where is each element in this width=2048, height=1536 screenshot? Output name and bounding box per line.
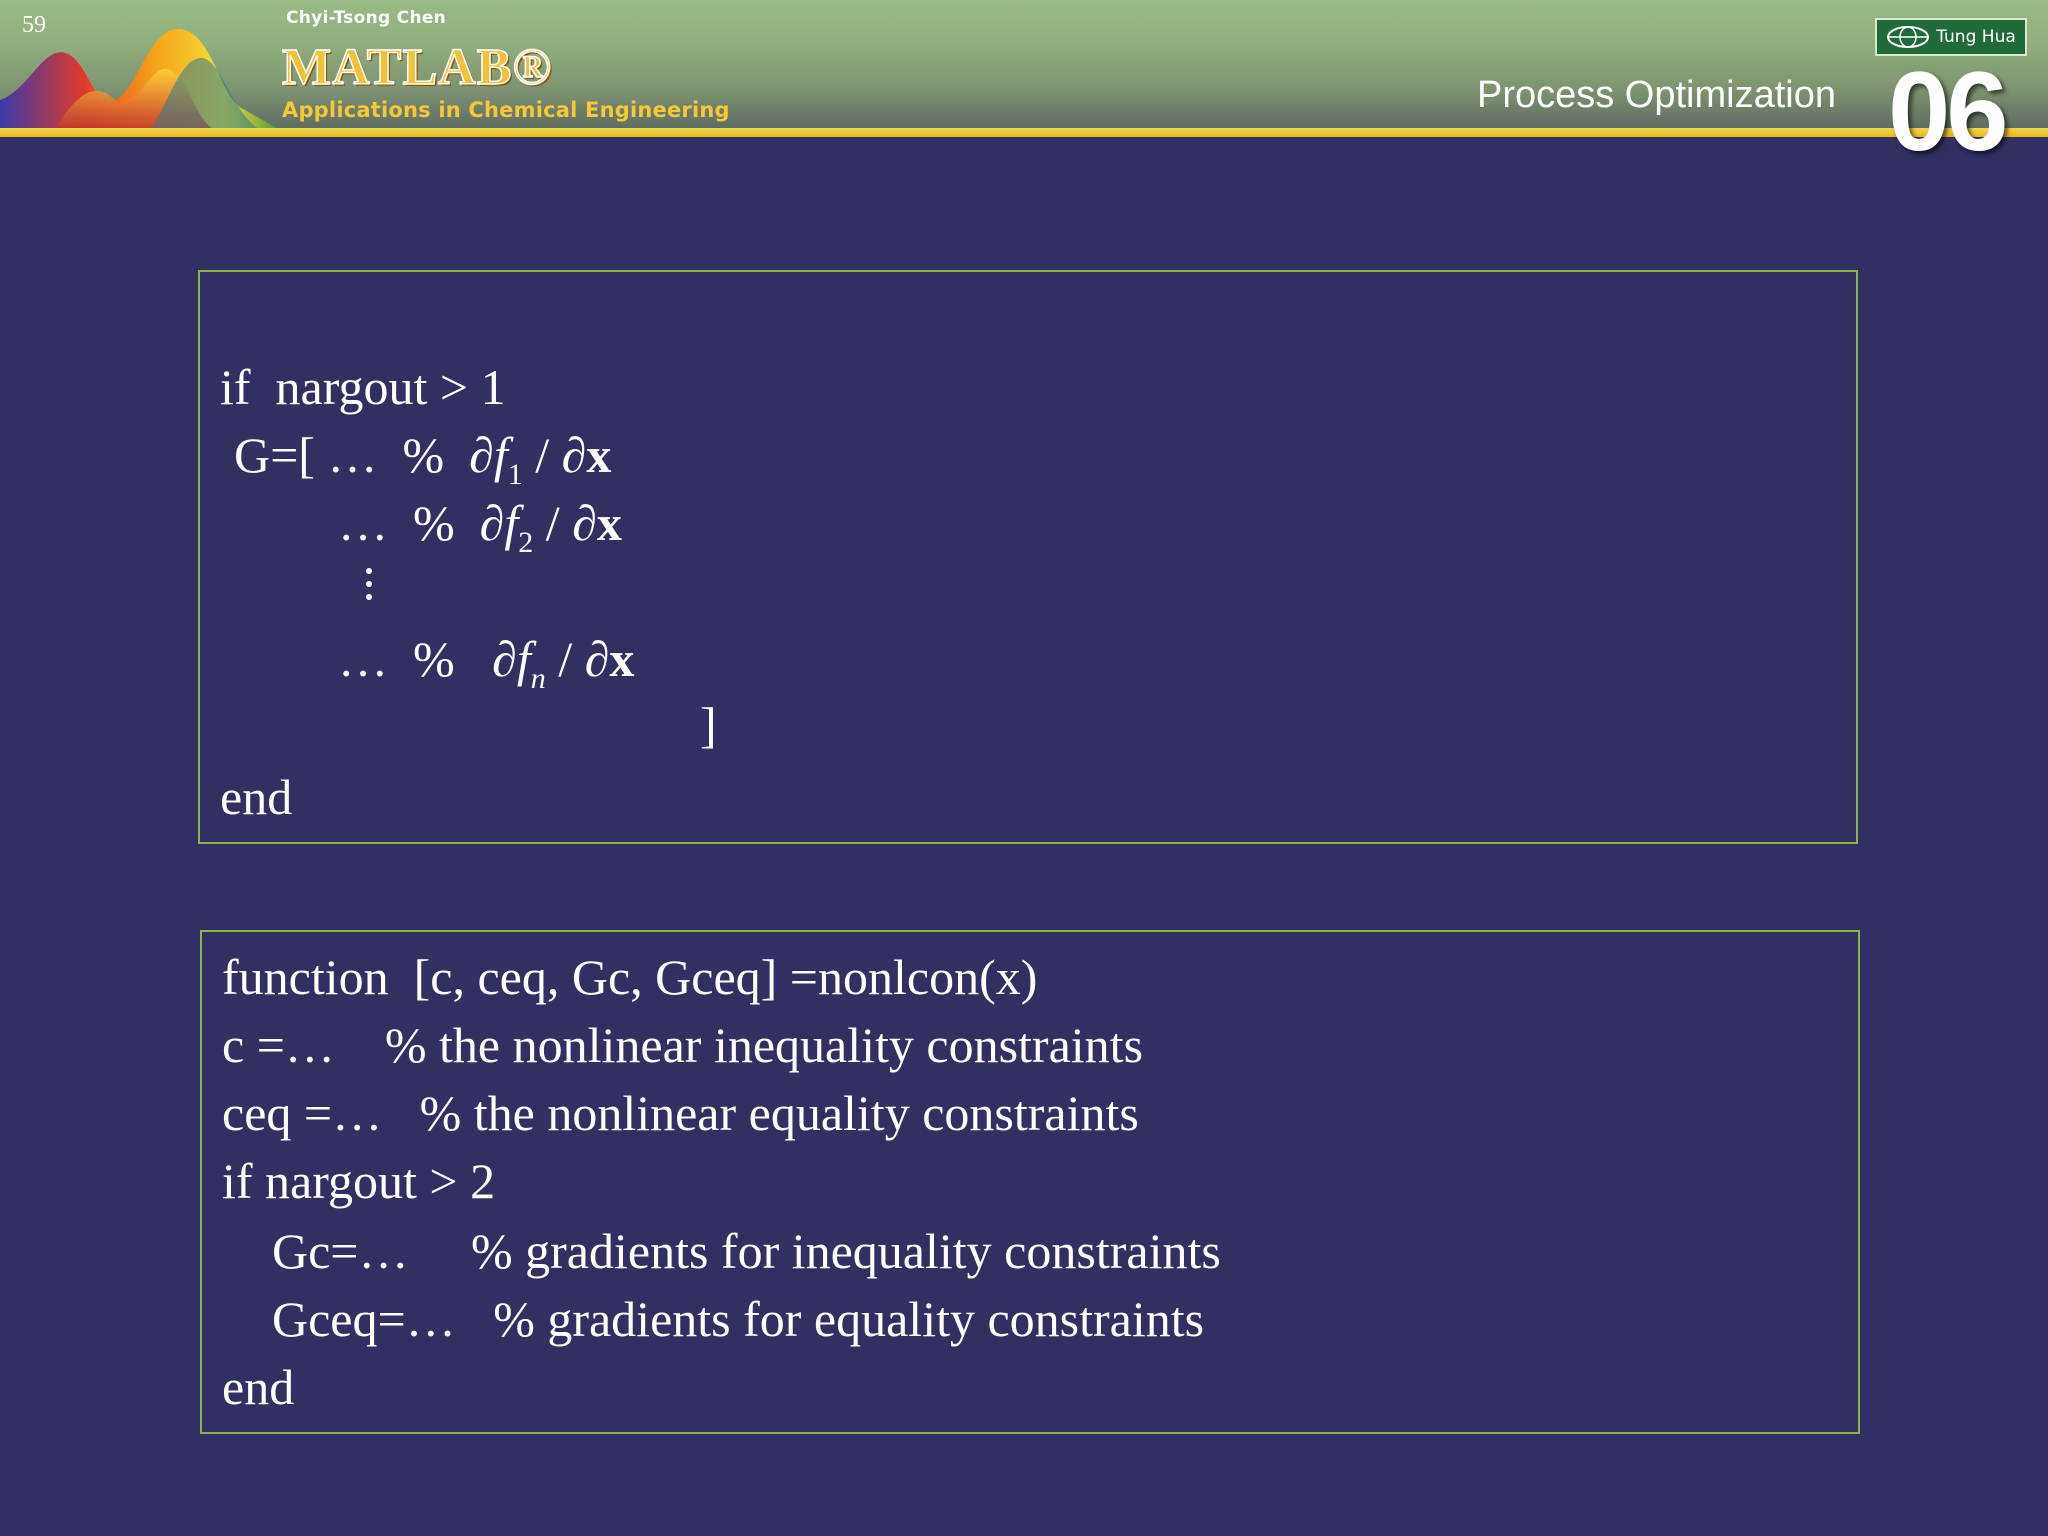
bold-x: x	[609, 631, 635, 687]
code-line: if nargout > 2	[222, 1153, 496, 1209]
math-token: ∂	[479, 495, 505, 551]
code-token: …	[338, 631, 388, 687]
code-token: …	[327, 427, 378, 483]
book-subtitle: Applications in Chemical Engineering	[282, 98, 730, 122]
chapter-title: Process Optimization	[1476, 74, 1836, 116]
gradient-code-box: if nargout > 1 G=[ … % ∂f1 / ∂x … % ∂f2 …	[198, 270, 1858, 844]
code-line: … % ∂fn / ∂x	[338, 634, 634, 694]
code-line: function [c, ceq, Gc, Gceq] =nonlcon(x)	[222, 949, 1038, 1005]
code-token: ]	[700, 697, 717, 753]
nonlcon-code-box: function [c, ceq, Gc, Gceq] =nonlcon(x) …	[200, 930, 1860, 1434]
math-token: f	[504, 495, 519, 551]
subscript: 2	[518, 526, 534, 559]
subscript: 1	[507, 458, 523, 491]
code-line: c =… % the nonlinear inequality constrai…	[222, 1017, 1144, 1073]
author-name: Chyi-Tsong Chen	[286, 8, 447, 28]
code-token: %	[413, 495, 455, 551]
code-line: Gceq=… % gradients for equality constrai…	[222, 1291, 1205, 1347]
math-token: f	[493, 427, 508, 483]
slide-header: 59 Chyi-Tsong Chen MATLAB® Applications …	[0, 0, 2048, 130]
math-token: f	[516, 631, 531, 687]
code-line: … % ∂f2 / ∂x	[338, 498, 622, 558]
code-line: G=[ … % ∂f1 / ∂x	[234, 430, 611, 490]
bold-x: x	[596, 495, 622, 551]
code-line: ceq =… % the nonlinear equality constrai…	[222, 1085, 1139, 1141]
code-token: /	[545, 495, 560, 551]
math-token: ∂	[469, 427, 494, 483]
bold-x: x	[586, 427, 612, 483]
globe-icon	[1887, 26, 1930, 48]
page-number: 59	[22, 12, 46, 38]
math-token: ∂	[561, 427, 587, 483]
chapter-number: 06	[1888, 49, 2009, 174]
publisher-name: Tung Hua	[1936, 27, 2016, 47]
code-token: %	[402, 427, 445, 483]
math-token: ∂	[584, 631, 610, 687]
code-line: end	[222, 1359, 295, 1415]
code-token: …	[338, 495, 388, 551]
math-token: ∂	[492, 631, 517, 687]
math-token: ∂	[572, 495, 597, 551]
code-line: end	[220, 769, 293, 825]
matlab-logo-text: MATLAB®	[281, 38, 553, 97]
code-line: Gc=… % gradients for inequality constrai…	[222, 1223, 1221, 1279]
vertical-ellipsis	[366, 568, 374, 607]
subscript: n	[530, 662, 546, 695]
code-token: %	[413, 631, 455, 687]
code-token: /	[535, 427, 550, 483]
code-token: G=[	[234, 427, 315, 483]
code-line: if nargout > 1	[220, 359, 506, 415]
header-divider	[0, 128, 2048, 137]
code-token: /	[558, 631, 573, 687]
